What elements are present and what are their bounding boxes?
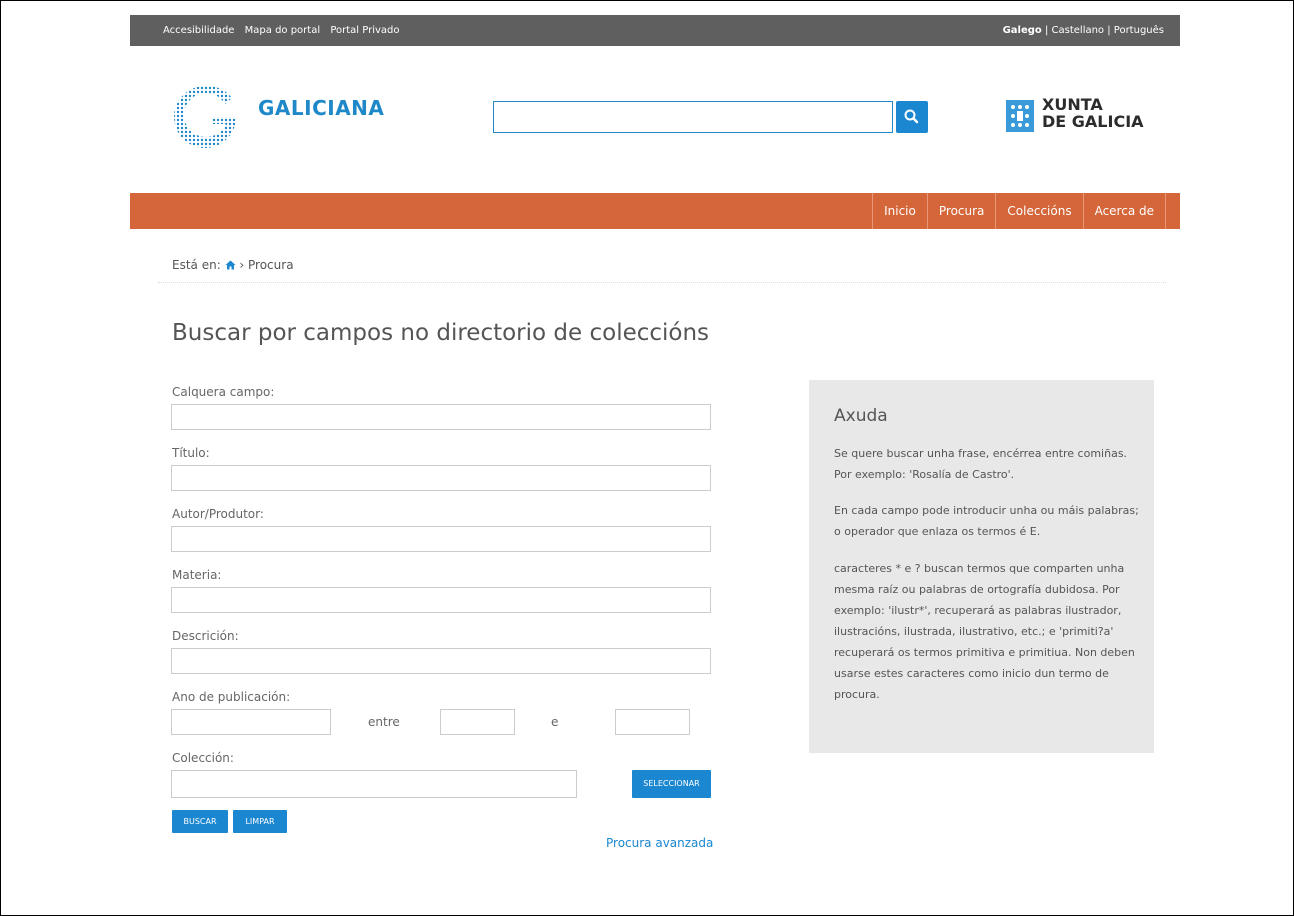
link-accessibility[interactable]: Accesibilidade (163, 25, 234, 36)
link-private-portal[interactable]: Portal Privado (330, 25, 399, 36)
description-input[interactable] (171, 648, 711, 674)
xunta-wordmark[interactable]: XUNTA DE GALICIA (1042, 96, 1144, 130)
breadcrumb: Está en: › Procura (172, 258, 294, 272)
help-paragraph-3: caracteres * e ? buscan termos que compa… (834, 562, 1135, 701)
lang-galego[interactable]: Galego (1003, 25, 1042, 36)
title-input[interactable] (171, 465, 711, 491)
xunta-line-1: XUNTA (1042, 95, 1103, 114)
year-to-input[interactable] (615, 709, 690, 735)
galiciana-logo-icon[interactable] (168, 82, 242, 152)
help-title: Axuda (834, 406, 888, 426)
search-button[interactable] (896, 101, 928, 133)
nav-item-search[interactable]: Procura (926, 193, 996, 229)
help-panel: Axuda Se quere buscar unha frase, encérr… (809, 380, 1154, 753)
any-field-input[interactable] (171, 404, 711, 430)
lang-others[interactable]: | Castellano | Português (1045, 25, 1164, 36)
and-label: e (551, 715, 559, 729)
advanced-search-link[interactable]: Procura avanzada (606, 836, 713, 850)
year-input[interactable] (171, 709, 331, 735)
nav-item-home[interactable]: Inicio (872, 193, 927, 229)
page-title: Buscar por campos no directorio de colec… (172, 320, 710, 346)
collection-input[interactable] (171, 770, 577, 798)
subject-input[interactable] (171, 587, 711, 613)
search-submit-button[interactable]: BUSCAR (172, 810, 228, 833)
nav-item-collections[interactable]: Coleccións (995, 193, 1082, 229)
utility-links: Accesibilidade Mapa do portal Portal Pri… (163, 25, 406, 36)
breadcrumb-current: › Procura (239, 258, 294, 272)
home-icon[interactable] (225, 260, 236, 270)
clear-button[interactable]: LIMPAR (233, 810, 287, 833)
year-label: Ano de publicación: (172, 690, 291, 704)
main-search-input[interactable] (493, 101, 893, 133)
help-paragraph-2: En cada campo pode introducir unha ou má… (834, 504, 1139, 538)
divider (158, 282, 1166, 283)
title-label: Título: (172, 446, 210, 460)
xunta-emblem-icon[interactable] (1003, 96, 1037, 140)
author-label: Autor/Produtor: (172, 507, 264, 521)
any-field-label: Calquera campo: (172, 385, 275, 399)
subject-label: Materia: (172, 568, 222, 582)
xunta-line-2: DE GALICIA (1042, 112, 1144, 131)
search-icon (904, 109, 919, 124)
select-collection-button[interactable]: SELECCIONAR (632, 770, 711, 798)
breadcrumb-prefix: Está en: (172, 258, 221, 272)
author-input[interactable] (171, 526, 711, 552)
description-label: Descrición: (172, 629, 239, 643)
nav-item-about[interactable]: Acerca de (1082, 193, 1166, 229)
help-paragraph-1: Se quere buscar unha frase, encérrea ent… (834, 447, 1128, 481)
top-utility-bar: Accesibilidade Mapa do portal Portal Pri… (130, 15, 1180, 46)
main-navigation: Inicio Procura Coleccións Acerca de (130, 193, 1180, 229)
link-site-map[interactable]: Mapa do portal (245, 25, 320, 36)
year-from-input[interactable] (440, 709, 515, 735)
language-switcher: Galego | Castellano | Português (1003, 25, 1164, 36)
collection-label: Colección: (172, 751, 234, 765)
between-label: entre (368, 715, 400, 729)
site-title[interactable]: GALICIANA (258, 96, 384, 120)
